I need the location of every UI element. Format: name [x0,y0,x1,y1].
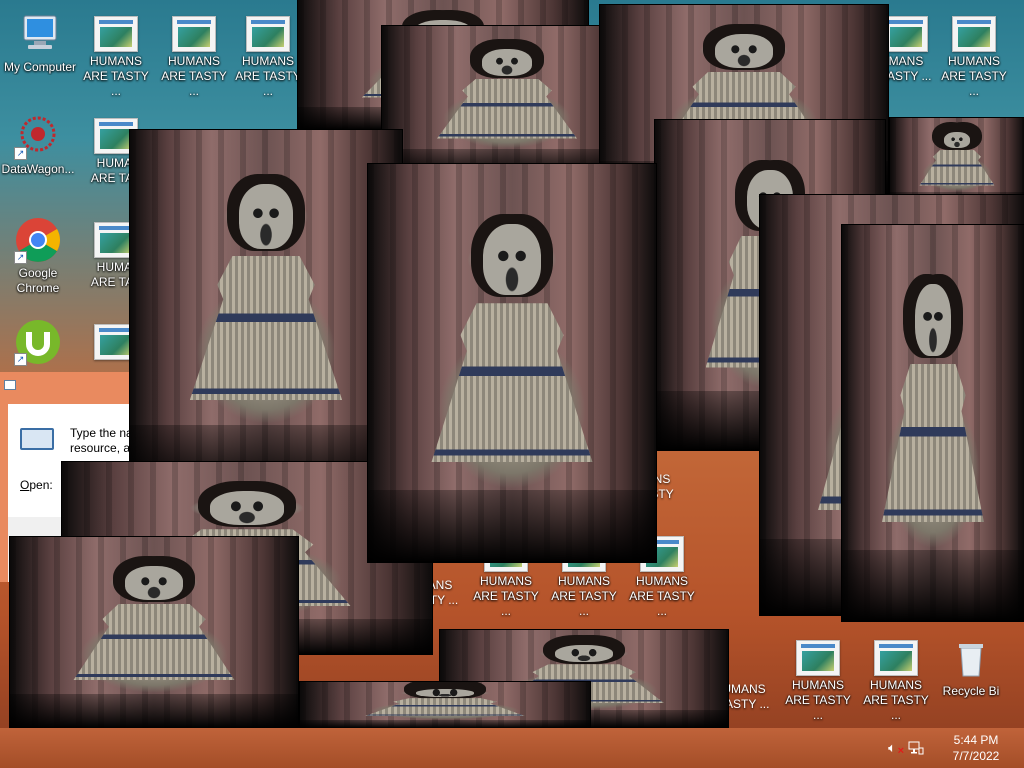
taskbar-clock[interactable]: 5:44 PM 7/7/2022 [946,732,1006,764]
run-icon [20,428,54,450]
file-icon [874,640,918,676]
file-icon [884,16,928,52]
datawagon-icon: ↗ [14,112,62,160]
image-window[interactable] [10,537,298,728]
file-icon [172,16,216,52]
desktop-icon-label: HUMANS ARE TASTY ... [235,54,301,98]
desktop-icon-label: Google Chrome [16,266,60,295]
desktop-icon-label: My Computer [3,60,77,74]
recycle-bin-icon [947,634,995,682]
image-floor [300,719,590,728]
clock-time: 5:44 PM [953,733,999,747]
run-dialog-title-icon [4,380,16,390]
desktop-icon-label: HUMANS ARE TASTY ... [473,574,539,618]
file-icon [796,640,840,676]
image-window[interactable] [300,682,590,728]
desktop-icon-file[interactable]: HUMANS ARE TASTY ... [230,10,306,99]
desktop-icon-label: HUMANS ARE TASTY ... [83,54,149,98]
image-floor [10,693,298,728]
desktop-icon-my-computer[interactable]: My Computer [2,10,78,75]
desktop-icon-file[interactable]: HUMANS ARE TASTY ... [858,634,934,723]
desktop-icon-label: Recycle Bi [942,684,1000,698]
desktop-icon-recycle-bin[interactable]: Recycle Bi [936,634,1006,699]
network-icon[interactable] [908,740,924,756]
clock-date: 7/7/2022 [952,749,1000,763]
shortcut-arrow-icon: ↗ [14,353,27,366]
desktop-icon-label: HUMANS ARE TASTY ... [551,574,617,618]
desktop-icon-utorrent[interactable]: ↗ [0,318,76,368]
desktop-icon-file[interactable]: HUMANS ARE TASTY ... [936,10,1012,99]
taskbar: 🔈︎ 5:44 PM 7/7/2022 [0,728,1024,768]
desktop-icon-label: HUMANS ARE TASTY ... [941,54,1007,98]
desktop-icon-label: HUMANS ARE TASTY ... [785,678,851,722]
desktop-icon-label: HUMANS ARE TASTY ... [863,678,929,722]
utorrent-icon: ↗ [14,318,62,366]
image-window[interactable] [368,164,656,562]
desktop-icon-label: HUMANS ARE TASTY ... [161,54,227,98]
image-floor [368,490,656,562]
desktop-icon-google-chrome[interactable]: ↗ Google Chrome [0,216,76,296]
run-open-label: Open: [20,478,53,492]
shortcut-arrow-icon: ↗ [14,251,27,264]
desktop-icon-label: HUMANS ARE TASTY ... [629,574,695,618]
file-icon [952,16,996,52]
desktop-icon-datawagon[interactable]: ↗ DataWagon... [0,112,76,177]
chrome-icon: ↗ [14,216,62,264]
desktop-icon-file[interactable]: HUMANS ARE TASTY ... [78,10,154,99]
image-window[interactable] [382,26,632,176]
desktop: My Computer ↗ DataWagon... ↗ Google Chro… [0,0,1024,728]
image-window[interactable] [130,130,402,490]
system-tray: 🔈︎ 5:44 PM 7/7/2022 [884,728,1024,768]
image-floor [842,549,1024,621]
desktop-icon-label: DataWagon... [1,162,75,176]
image-window[interactable] [842,225,1024,621]
desktop-icon-file[interactable]: HUMANS ARE TASTY ... [780,634,856,723]
file-icon [246,16,290,52]
desktop-icon-file[interactable]: HUMANS ARE TASTY ... [156,10,232,99]
file-icon [94,16,138,52]
shortcut-arrow-icon: ↗ [14,147,27,160]
computer-icon [16,10,64,58]
volume-muted-icon[interactable]: 🔈︎ [884,740,904,759]
